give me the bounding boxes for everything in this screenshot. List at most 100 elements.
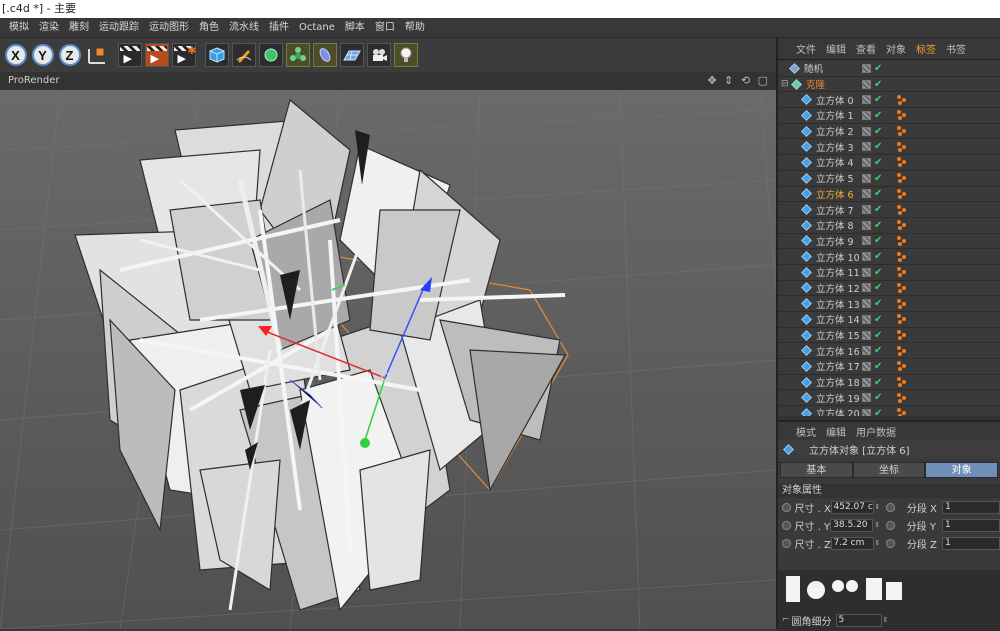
layer-toggle-icon[interactable] bbox=[862, 252, 871, 262]
tag-icon[interactable] bbox=[897, 298, 909, 309]
menu-pipeline[interactable]: 流水线 bbox=[224, 18, 264, 38]
enabled-check-icon[interactable]: ✔ bbox=[874, 110, 882, 121]
layer-toggle-icon[interactable] bbox=[862, 283, 871, 293]
layer-toggle-icon[interactable] bbox=[862, 110, 871, 120]
layer-toggle-icon[interactable] bbox=[862, 408, 871, 416]
layer-toggle-icon[interactable] bbox=[862, 95, 871, 105]
tag-icon[interactable] bbox=[897, 173, 909, 184]
object-row-cube[interactable]: 立方体 9 ✔ bbox=[778, 233, 1000, 250]
tag-icon[interactable] bbox=[897, 220, 909, 231]
tab-edit[interactable]: 编辑 bbox=[826, 41, 846, 56]
subdivision-button[interactable] bbox=[258, 42, 283, 69]
object-row-cube[interactable]: 立方体 14 ✔ bbox=[778, 312, 1000, 328]
layer-toggle-icon[interactable] bbox=[862, 220, 871, 230]
object-row-cube[interactable]: 立方体 0 ✔ bbox=[778, 92, 1000, 109]
animate-radio-icon[interactable] bbox=[782, 502, 791, 512]
camera-button[interactable] bbox=[366, 42, 391, 69]
tag-icon[interactable] bbox=[897, 314, 909, 325]
subtab-basic[interactable]: 基本 bbox=[780, 462, 853, 478]
3d-viewport[interactable] bbox=[0, 90, 776, 629]
enabled-check-icon[interactable]: ✔ bbox=[874, 251, 882, 262]
menu-render[interactable]: 渲染 bbox=[34, 18, 64, 38]
enabled-check-icon[interactable]: ✔ bbox=[874, 188, 882, 199]
object-row-cube[interactable]: 立方体 2 ✔ bbox=[778, 123, 1000, 140]
menu-simulate[interactable]: 模拟 bbox=[4, 18, 34, 38]
spinner-icon[interactable]: ⇕ bbox=[874, 521, 880, 529]
tag-icon[interactable] bbox=[897, 345, 909, 356]
tag-icon[interactable] bbox=[897, 361, 909, 372]
subtab-coordinates[interactable]: 坐标 bbox=[852, 462, 926, 478]
collapse-icon[interactable]: ⊟ bbox=[781, 79, 789, 89]
cloner-button[interactable] bbox=[285, 42, 310, 69]
object-row-cube[interactable]: 立方体 7 ✔ bbox=[778, 202, 1000, 218]
animate-radio-icon[interactable] bbox=[886, 520, 895, 530]
tab-objects[interactable]: 对象 bbox=[886, 41, 906, 56]
layer-toggle-icon[interactable] bbox=[862, 236, 871, 246]
x-axis-button[interactable]: X bbox=[3, 42, 28, 69]
tag-icon[interactable] bbox=[897, 267, 909, 278]
menu-mograph[interactable]: 运动图形 bbox=[144, 18, 194, 38]
segments-z-field[interactable]: 1 bbox=[942, 536, 1000, 550]
enabled-check-icon[interactable]: ✔ bbox=[874, 330, 882, 341]
menu-character[interactable]: 角色 bbox=[194, 18, 224, 38]
menu-motion-tracking[interactable]: 运动跟踪 bbox=[94, 18, 144, 38]
spinner-icon[interactable]: ⇕ bbox=[875, 539, 881, 547]
object-row-cube-selected[interactable]: 立方体 6 ✔ bbox=[778, 186, 1000, 203]
render-picture-viewer-button[interactable] bbox=[144, 42, 169, 69]
layer-toggle-icon[interactable] bbox=[862, 267, 871, 277]
coordinate-system-button[interactable] bbox=[84, 42, 109, 69]
tag-icon[interactable] bbox=[897, 392, 909, 403]
layer-toggle-icon[interactable] bbox=[862, 314, 871, 324]
object-row-random[interactable]: 随机 ✔ bbox=[778, 61, 1000, 77]
animate-radio-icon[interactable] bbox=[886, 502, 895, 512]
enabled-check-icon[interactable]: ✔ bbox=[874, 173, 882, 184]
enabled-check-icon[interactable]: ✔ bbox=[874, 392, 882, 403]
enabled-check-icon[interactable]: ✔ bbox=[874, 141, 882, 152]
object-row-cube[interactable]: 立方体 8 ✔ bbox=[778, 217, 1000, 234]
tag-icon[interactable] bbox=[897, 251, 909, 262]
tag-icon[interactable] bbox=[897, 330, 909, 341]
menu-sculpt[interactable]: 雕刻 bbox=[64, 18, 94, 38]
tab-user-data[interactable]: 用户数据 bbox=[856, 424, 896, 439]
layer-toggle-icon[interactable] bbox=[862, 361, 871, 371]
object-row-cube[interactable]: 立方体 3 ✔ bbox=[778, 139, 1000, 156]
layer-toggle-icon[interactable] bbox=[862, 126, 871, 136]
segments-y-field[interactable]: 1 bbox=[942, 518, 1000, 532]
tag-icon[interactable] bbox=[897, 141, 909, 152]
spinner-icon[interactable]: ⇕ bbox=[875, 503, 881, 511]
layer-toggle-icon[interactable] bbox=[862, 173, 871, 183]
object-row-cube[interactable]: 立方体 13 ✔ bbox=[778, 296, 1000, 312]
tab-file[interactable]: 文件 bbox=[796, 41, 816, 56]
z-axis-button[interactable]: Z bbox=[57, 42, 82, 69]
layer-toggle-icon[interactable] bbox=[862, 330, 871, 340]
object-row-cube[interactable]: 立方体 10 ✔ bbox=[778, 249, 1000, 265]
enabled-check-icon[interactable]: ✔ bbox=[874, 314, 882, 325]
object-row-cloner[interactable]: ⊟ 克隆 ✔ bbox=[778, 76, 1000, 93]
tab-bookmarks[interactable]: 书签 bbox=[946, 41, 966, 56]
layer-toggle-icon[interactable] bbox=[862, 63, 871, 73]
render-view-button[interactable] bbox=[117, 42, 142, 69]
menu-help[interactable]: 帮助 bbox=[400, 18, 430, 38]
object-row-cube[interactable]: 立方体 4 ✔ bbox=[778, 155, 1000, 171]
layer-toggle-icon[interactable] bbox=[862, 377, 871, 387]
tab-edit[interactable]: 编辑 bbox=[826, 424, 846, 439]
enabled-check-icon[interactable]: ✔ bbox=[874, 94, 882, 105]
light-button[interactable] bbox=[393, 42, 418, 69]
tag-icon[interactable] bbox=[897, 94, 909, 105]
render-settings-button[interactable]: ✱ bbox=[171, 42, 197, 69]
spinner-icon[interactable]: ⇕ bbox=[883, 616, 889, 624]
menu-octane[interactable]: Octane bbox=[294, 18, 340, 38]
tag-icon[interactable] bbox=[897, 110, 909, 121]
viewport-renderer-label[interactable]: ProRender bbox=[8, 75, 59, 86]
enabled-check-icon[interactable]: ✔ bbox=[874, 408, 882, 416]
cube-object-button[interactable] bbox=[204, 42, 229, 69]
tag-icon[interactable] bbox=[897, 408, 909, 416]
enabled-check-icon[interactable]: ✔ bbox=[874, 63, 882, 74]
layer-toggle-icon[interactable] bbox=[862, 393, 871, 403]
y-axis-button[interactable]: Y bbox=[30, 42, 55, 69]
enabled-check-icon[interactable]: ✔ bbox=[874, 235, 882, 246]
enabled-check-icon[interactable]: ✔ bbox=[874, 345, 882, 356]
layer-toggle-icon[interactable] bbox=[862, 299, 871, 309]
layer-toggle-icon[interactable] bbox=[862, 189, 871, 199]
object-row-cube[interactable]: 立方体 17 ✔ bbox=[778, 359, 1000, 375]
